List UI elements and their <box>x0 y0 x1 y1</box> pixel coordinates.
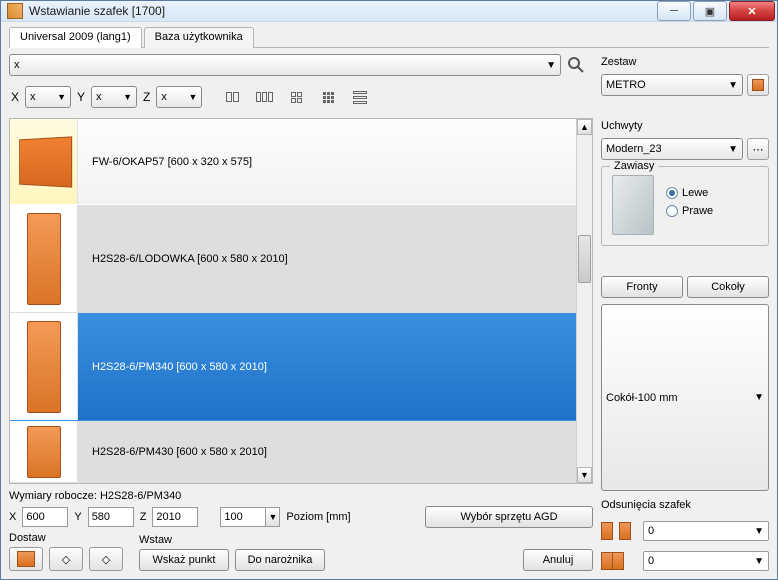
offset-h-icon <box>601 522 633 540</box>
list-item-label: H2S28-6/PM430 [600 x 580 x 2010] <box>78 446 267 458</box>
chevron-down-icon: ▼ <box>728 144 738 155</box>
view-mode-1-button[interactable] <box>218 85 246 109</box>
main-filter-value: x <box>14 59 20 71</box>
wskaz-button[interactable]: Wskaż punkt <box>139 549 229 571</box>
scroll-thumb[interactable] <box>578 235 591 283</box>
list-item-label: H2S28-6/PM340 [600 x 580 x 2010] <box>78 361 267 373</box>
close-button[interactable]: ✕ <box>729 1 775 21</box>
handles-config-button[interactable]: ⋯ <box>747 138 769 160</box>
chevron-down-icon: ▼ <box>188 92 197 102</box>
dim-y-label: Y <box>74 511 81 523</box>
titlebar: Wstawianie szafek [1700] ─ ▣ ✕ <box>1 1 777 22</box>
axis-z-dropdown[interactable]: x▼ <box>156 86 202 108</box>
cabinet-thumbnail <box>10 421 78 482</box>
set-config-button[interactable] <box>747 74 769 96</box>
chevron-down-icon: ▼ <box>123 92 132 102</box>
main-filter-dropdown[interactable]: x ▼ <box>9 54 561 76</box>
tab-bar: Universal 2009 (lang1) Baza użytkownika <box>9 26 769 48</box>
cabinet-thumbnail <box>10 205 78 312</box>
maximize-button[interactable]: ▣ <box>693 1 727 21</box>
working-dims-label: Wymiary robocze: H2S28-6/PM340 <box>9 490 181 502</box>
dim-z-label: Z <box>140 511 147 523</box>
dostaw-label: Dostaw <box>9 532 123 544</box>
set-dropdown[interactable]: METRO▼ <box>601 74 743 96</box>
offset-h-dropdown[interactable]: 0▼ <box>643 521 769 541</box>
fronts-button[interactable]: Fronty <box>601 276 683 298</box>
hinges-label: Zawiasy <box>610 160 658 172</box>
corner-button[interactable]: Do narożnika <box>235 549 325 571</box>
list-item-label: H2S28-6/LODOWKA [600 x 580 x 2010] <box>78 253 288 265</box>
cabinet-thumbnail <box>10 119 78 204</box>
wstaw-label: Wstaw <box>139 534 325 546</box>
hinges-group: Zawiasy Lewe Prawe <box>601 166 769 246</box>
dim-x-input[interactable]: 600 <box>22 507 68 527</box>
chevron-down-icon: ▼ <box>546 60 556 71</box>
offset-v-icon <box>601 552 633 570</box>
axis-x-label: X <box>9 90 21 104</box>
view-mode-5-button[interactable] <box>346 85 374 109</box>
list-item[interactable]: H2S28-6/LODOWKA [600 x 580 x 2010] <box>10 205 576 313</box>
cancel-button[interactable]: Anuluj <box>523 549 593 571</box>
scrollbar[interactable]: ▲ ▼ <box>576 119 592 483</box>
plinths-button[interactable]: Cokoły <box>687 276 769 298</box>
arrow-left-button[interactable]: ◇ <box>49 547 83 571</box>
view-mode-3-button[interactable] <box>282 85 310 109</box>
list-item-label: FW-6/OKAP57 [600 x 320 x 575] <box>78 156 252 168</box>
level-label: Poziom [mm] <box>286 511 350 523</box>
chevron-down-icon: ▼ <box>754 392 764 403</box>
hinge-right-radio[interactable]: Prawe <box>666 205 713 217</box>
scroll-up-button[interactable]: ▲ <box>577 119 592 135</box>
chevron-down-icon: ▼ <box>754 526 764 537</box>
dim-z-input[interactable]: 2010 <box>152 507 198 527</box>
axis-z-label: Z <box>141 90 152 104</box>
axis-x-dropdown[interactable]: x▼ <box>25 86 71 108</box>
tab-user-db[interactable]: Baza użytkownika <box>144 27 254 48</box>
agd-button[interactable]: Wybór sprzętu AGD <box>425 506 593 528</box>
arrow-right-button[interactable]: ◇ <box>89 547 123 571</box>
handles-dropdown[interactable]: Modern_23▼ <box>601 138 743 160</box>
offset-v-dropdown[interactable]: 0▼ <box>643 551 769 571</box>
offsets-label: Odsunięcia szafek <box>601 499 769 511</box>
cabinet-list: FW-6/OKAP57 [600 x 320 x 575] H2S28-6/LO… <box>9 118 593 484</box>
view-mode-4-button[interactable] <box>314 85 342 109</box>
hinge-preview-icon <box>612 175 654 235</box>
list-item-selected[interactable]: H2S28-6/PM340 [600 x 580 x 2010] <box>10 313 576 421</box>
window-title: Wstawianie szafek [1700] <box>29 4 165 18</box>
view-mode-2-button[interactable] <box>250 85 278 109</box>
chevron-down-icon: ▼ <box>754 556 764 567</box>
tab-universal[interactable]: Universal 2009 (lang1) <box>9 27 142 48</box>
dostaw-icon-button[interactable] <box>9 547 43 571</box>
chevron-down-icon: ▼ <box>728 80 738 91</box>
cabinet-thumbnail <box>10 313 78 420</box>
set-label: Zestaw <box>601 56 769 68</box>
list-item[interactable]: FW-6/OKAP57 [600 x 320 x 575] <box>10 119 576 205</box>
level-input[interactable]: 100 <box>220 507 266 527</box>
chevron-down-icon: ▼ <box>57 92 66 102</box>
minimize-button[interactable]: ─ <box>657 1 691 21</box>
handles-label: Uchwyty <box>601 120 769 132</box>
hinge-left-radio[interactable]: Lewe <box>666 187 713 199</box>
chevron-down-icon[interactable]: ▼ <box>266 507 280 527</box>
list-item[interactable]: H2S28-6/PM430 [600 x 580 x 2010] <box>10 421 576 483</box>
plinth-dropdown[interactable]: Cokół-100 mm▼ <box>601 304 769 491</box>
app-icon <box>7 3 23 19</box>
axis-y-dropdown[interactable]: x▼ <box>91 86 137 108</box>
dim-x-label: X <box>9 511 16 523</box>
search-icon[interactable] <box>567 56 585 74</box>
dim-y-input[interactable]: 580 <box>88 507 134 527</box>
axis-y-label: Y <box>75 90 87 104</box>
scroll-down-button[interactable]: ▼ <box>577 467 592 483</box>
